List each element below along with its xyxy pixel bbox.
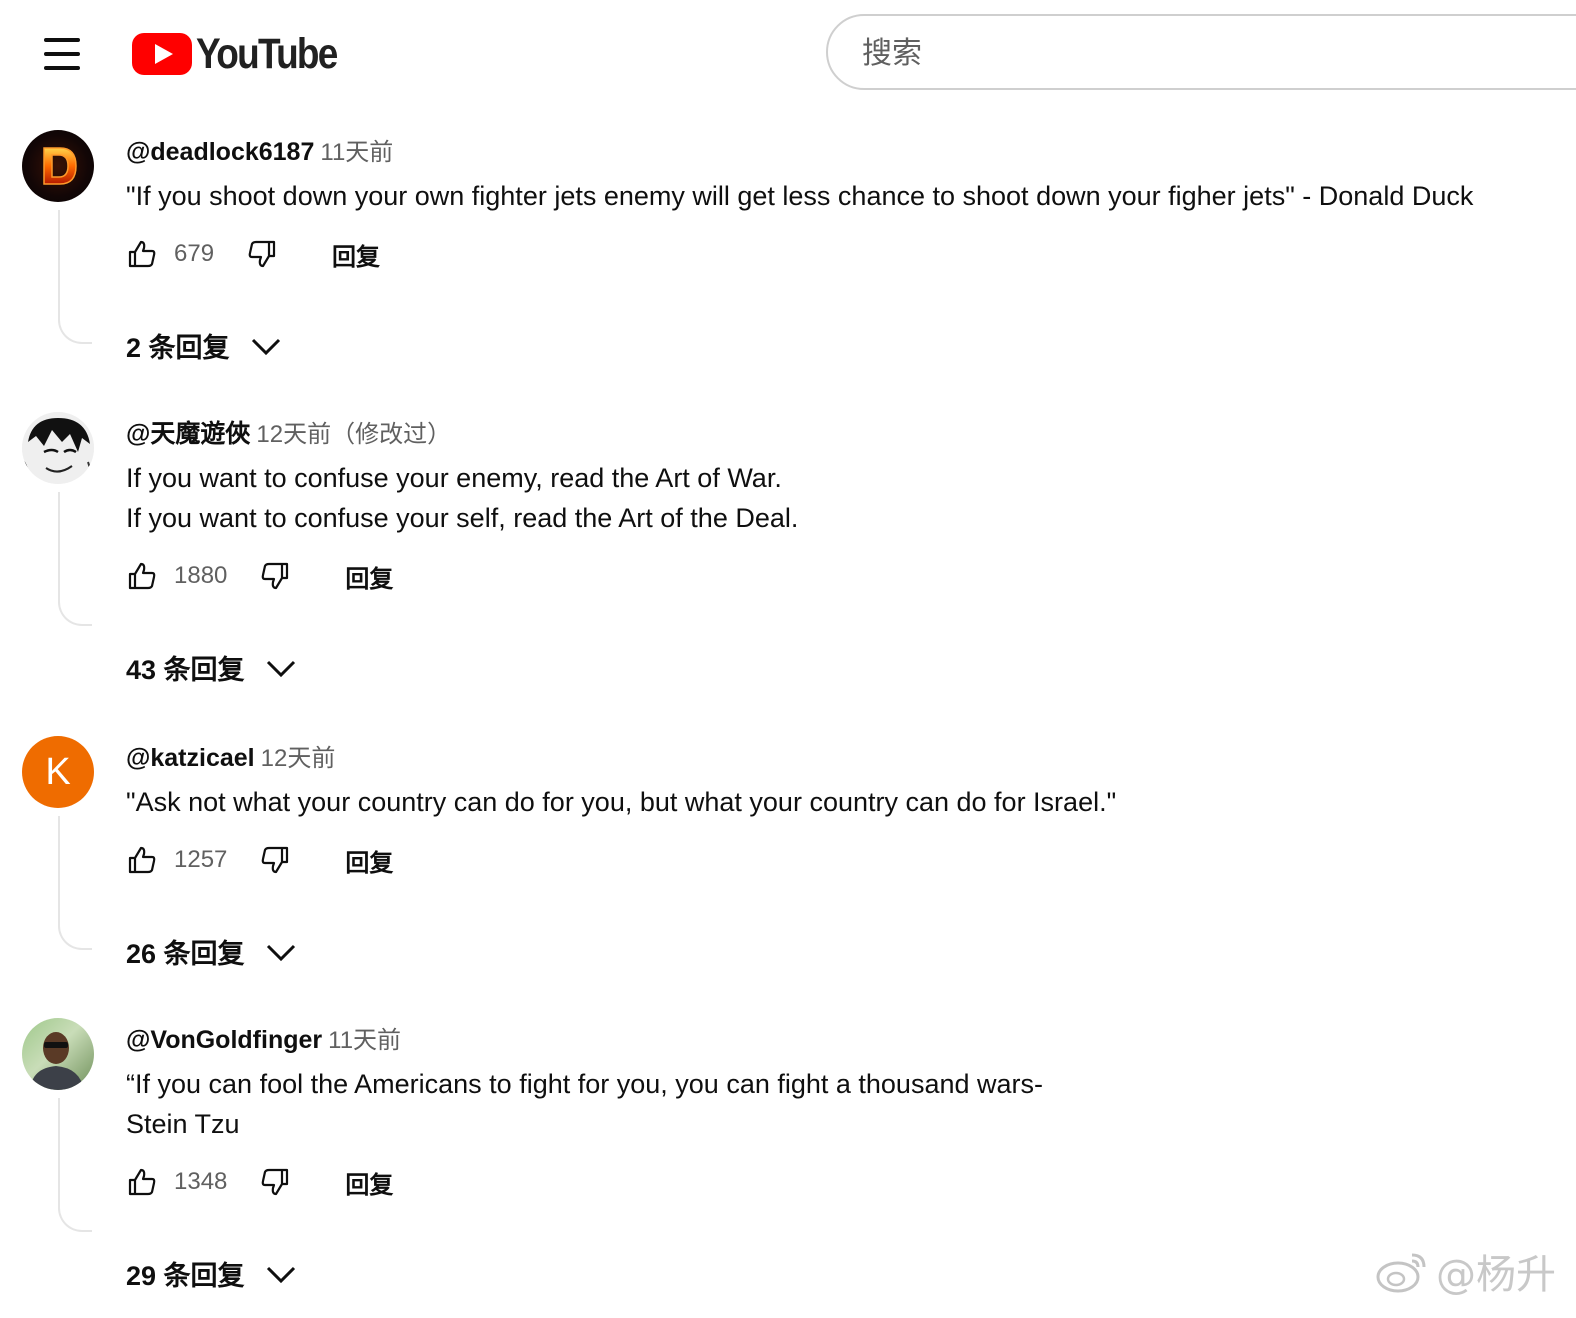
youtube-logo[interactable]: YouTube	[132, 30, 360, 78]
view-replies-button[interactable]: 26 条回复	[126, 932, 297, 971]
comment-thread: @VonGoldfinger 11天前 “If you can fool the …	[0, 1018, 1576, 1291]
like-count: 1348	[174, 1168, 228, 1195]
thumb-down-icon[interactable]	[259, 560, 291, 592]
comment-thread: @天魔遊俠 12天前（修改过） If you want to confuse yo…	[0, 412, 1576, 685]
replies-count: 43 条回复	[126, 655, 245, 685]
comment-actions: 1880 回复	[126, 556, 393, 596]
comment-time[interactable]: 12天前	[261, 745, 336, 772]
avatar-letter: K	[45, 750, 71, 793]
comment-time[interactable]: 12天前（修改过）	[256, 421, 451, 448]
chevron-down-icon	[251, 338, 280, 355]
comment-header: @天魔遊俠 12天前（修改过）	[126, 414, 451, 450]
like-count: 679	[174, 240, 215, 267]
comment-line: If you want to confuse your enemy, read …	[126, 463, 782, 493]
manga-face-icon	[22, 412, 94, 484]
comment-author[interactable]: @VonGoldfinger	[126, 1026, 322, 1054]
thumb-down-icon[interactable]	[259, 844, 291, 876]
thumb-down-icon[interactable]	[259, 1166, 291, 1198]
avatar[interactable]	[22, 1018, 94, 1090]
view-replies-button[interactable]: 29 条回复	[126, 1254, 297, 1293]
thumb-up-icon[interactable]	[126, 238, 158, 270]
reply-button[interactable]: 回复	[345, 1165, 393, 1200]
thumb-up-icon[interactable]	[126, 1166, 158, 1198]
replies-count: 26 条回复	[126, 939, 245, 969]
replies-count: 29 条回复	[126, 1261, 245, 1291]
thread-connector-line	[58, 816, 92, 950]
thumb-down-icon[interactable]	[246, 238, 278, 270]
weibo-icon	[1376, 1253, 1426, 1293]
reply-button[interactable]: 回复	[332, 237, 380, 272]
comment-thread: @deadlock6187 11天前 "If you shoot down you…	[0, 130, 1576, 390]
comment-time[interactable]: 11天前	[328, 1027, 401, 1054]
comment-thread: K @katzicael 12天前 "Ask not what your coun…	[0, 736, 1576, 996]
view-replies-button[interactable]: 43 条回复	[126, 648, 297, 687]
thumb-up-icon[interactable]	[126, 844, 158, 876]
comment-time[interactable]: 11天前	[320, 139, 393, 166]
comment-line: If you want to confuse your self, read t…	[126, 503, 799, 533]
person-photo-icon	[30, 1032, 84, 1090]
youtube-comments-page: YouTube @deadlock618711天前 "If you shoot …	[0, 0, 1576, 1318]
comment-text: "Ask not what your country can do for yo…	[126, 782, 1116, 822]
comment-header: @katzicael 12天前	[126, 738, 335, 773]
comment-author[interactable]: @deadlock6187	[126, 138, 314, 166]
comment-author[interactable]: @katzicael	[126, 744, 255, 772]
comment-line: "Ask not what your country can do for yo…	[126, 787, 1117, 817]
comment-text: “If you can fool the Americans to fight …	[126, 1064, 1043, 1144]
logo-text: YouTube	[196, 29, 338, 78]
view-replies-button[interactable]: 2 条回复	[126, 326, 282, 365]
chevron-down-icon	[266, 660, 295, 677]
reply-button[interactable]: 回复	[345, 843, 393, 878]
replies-count: 2 条回复	[126, 333, 230, 363]
watermark-text: @杨升	[1436, 1252, 1556, 1298]
hamburger-menu-icon[interactable]	[40, 36, 84, 72]
comment-actions: 1257 回复	[126, 840, 393, 880]
flame-letter-d-icon	[43, 147, 77, 185]
search-input[interactable]	[860, 30, 1464, 76]
comment-line: Stein Tzu	[126, 1109, 240, 1139]
comment-text: "If you shoot down your own fighter jets…	[126, 176, 1473, 216]
youtube-play-icon	[132, 33, 192, 75]
like-count: 1257	[174, 846, 228, 873]
avatar[interactable]: K	[22, 736, 94, 808]
comment-text: If you want to confuse your enemy, read …	[126, 458, 798, 538]
avatar[interactable]	[22, 130, 94, 202]
comment-actions: 1348 回复	[126, 1162, 393, 1202]
comment-line: "If you shoot down your own fighter jets…	[126, 181, 1474, 211]
weibo-watermark: @杨升	[1374, 1242, 1556, 1300]
thread-connector-line	[58, 210, 92, 344]
comment-author[interactable]: @天魔遊俠	[126, 420, 250, 448]
avatar[interactable]	[22, 412, 94, 484]
thread-connector-line	[58, 492, 92, 626]
thumb-up-icon[interactable]	[126, 560, 158, 592]
thread-connector-line	[58, 1098, 92, 1232]
comment-header: @deadlock6187 11天前	[126, 132, 393, 167]
comment-actions: 679 回复	[126, 234, 380, 274]
comment-line: “If you can fool the Americans to fight …	[126, 1069, 1043, 1099]
like-count: 1880	[174, 562, 228, 589]
chevron-down-icon	[266, 944, 295, 961]
reply-button[interactable]: 回复	[345, 559, 393, 594]
search-bar[interactable]	[826, 14, 1576, 90]
chevron-down-icon	[266, 1266, 295, 1283]
comment-header: @VonGoldfinger 11天前	[126, 1020, 401, 1055]
